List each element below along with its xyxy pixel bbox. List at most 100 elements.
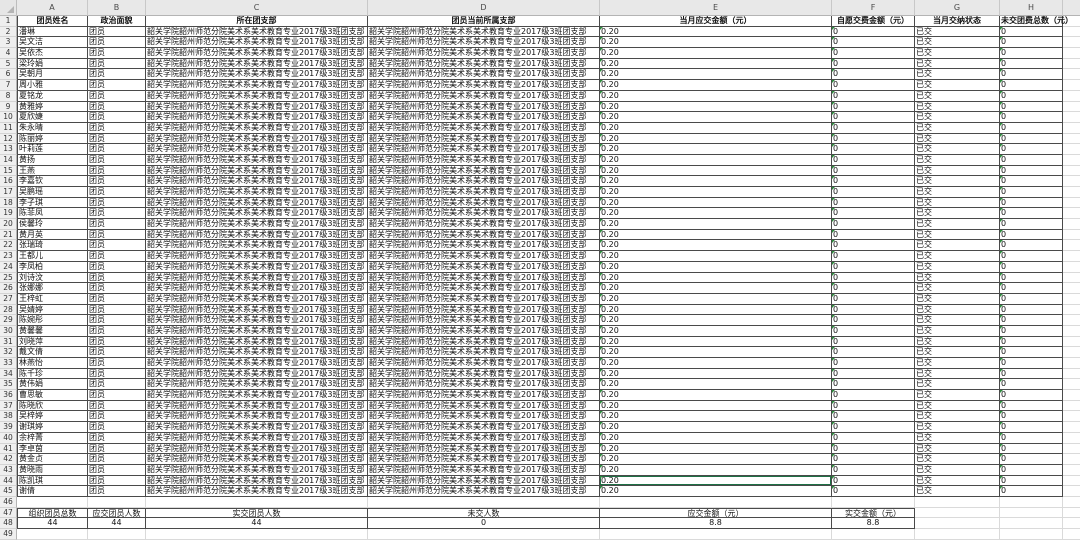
current-branch-cell[interactable]: 韶关学院韶州师范分院美术系美术教育专业2017级3班团支部 [368,58,600,70]
empty-cell[interactable] [1063,315,1080,326]
voluntary-fee-cell[interactable]: 0 [832,283,915,294]
current-branch-cell[interactable]: 韶关学院韶州师范分院美术系美术教育专业2017级3班团支部 [368,293,600,305]
member-name-cell[interactable]: 黄晓雨 [17,464,88,476]
column-header-h[interactable]: H [1000,0,1063,16]
empty-cell[interactable] [1063,208,1080,220]
voluntary-fee-cell[interactable]: 0 [832,112,915,123]
monthly-due-cell[interactable]: 0.20 [600,101,832,113]
current-branch-cell[interactable]: 韶关学院韶州师范分院美术系美术教育专业2017级3班团支部 [368,251,600,262]
current-branch-cell[interactable]: 韶关学院韶州师范分院美术系美术教育专业2017级3班团支部 [368,229,600,241]
monthly-due-cell[interactable]: 0.20 [600,347,832,358]
monthly-due-cell[interactable]: 0.20 [600,411,832,423]
unpaid-total-cell[interactable]: 0 [1000,390,1063,401]
empty-cell[interactable] [368,496,600,508]
row-header[interactable]: 27 [0,293,17,305]
member-name-cell[interactable]: 黄月英 [17,229,88,241]
empty-cell[interactable] [915,496,1000,508]
monthly-due-cell[interactable]: 0.20 [600,251,832,262]
monthly-due-cell[interactable]: 0.20 [600,443,832,455]
political-status-cell[interactable]: 团员 [88,69,146,81]
payment-status-cell[interactable]: 已交 [915,454,1000,465]
political-status-cell[interactable]: 团员 [88,48,146,59]
political-status-cell[interactable]: 团员 [88,432,146,444]
empty-cell[interactable] [1063,518,1080,529]
empty-cell[interactable] [17,496,88,508]
member-name-cell[interactable]: 戴文倩 [17,347,88,358]
empty-cell[interactable] [146,529,368,540]
political-status-cell[interactable]: 团员 [88,165,146,177]
empty-cell[interactable] [1063,134,1080,145]
monthly-due-cell[interactable]: 0.20 [600,208,832,220]
payment-status-cell[interactable]: 已交 [915,304,1000,316]
monthly-due-cell[interactable]: 0.20 [600,187,832,198]
political-status-cell[interactable]: 团员 [88,379,146,391]
branch-cell[interactable]: 韶关学院韶州师范分院美术系美术教育专业2017级3班团支部 [146,443,368,455]
empty-cell[interactable] [1000,529,1063,540]
empty-cell[interactable] [1063,358,1080,369]
branch-cell[interactable]: 韶关学院韶州师范分院美术系美术教育专业2017级3班团支部 [146,133,368,145]
row-header[interactable]: 3 [0,37,17,49]
empty-cell[interactable] [1063,198,1080,209]
payment-status-cell[interactable]: 已交 [915,208,1000,220]
political-status-cell[interactable]: 团员 [88,293,146,305]
monthly-due-cell[interactable]: 0.20 [600,229,832,241]
empty-cell[interactable] [1063,465,1080,476]
voluntary-fee-cell[interactable]: 0 [832,80,915,91]
branch-cell[interactable]: 韶关学院韶州师范分院美术系美术教育专业2017级3班团支部 [146,283,368,294]
political-status-cell[interactable]: 团员 [88,90,146,102]
empty-cell[interactable] [1063,91,1080,102]
political-status-cell[interactable]: 团员 [88,400,146,412]
member-name-cell[interactable]: 刘晓萍 [17,336,88,348]
unpaid-total-cell[interactable]: 0 [1000,187,1063,198]
current-branch-cell[interactable]: 韶关学院韶州师范分院美术系美术教育专业2017级3班团支部 [368,486,600,497]
monthly-due-cell[interactable]: 0.20 [600,464,832,476]
monthly-due-cell[interactable]: 0.20 [600,48,832,59]
member-name-cell[interactable]: 吴鹏瑶 [17,187,88,198]
member-name-cell[interactable]: 黄扬 [17,154,88,166]
empty-cell[interactable] [1063,112,1080,123]
row-header[interactable]: 18 [0,197,17,209]
unpaid-total-cell[interactable]: 0 [1000,293,1063,305]
summary-due-amount-value[interactable]: 8.8 [600,518,832,529]
unpaid-total-cell[interactable]: 0 [1000,208,1063,220]
political-status-cell[interactable]: 团员 [88,219,146,230]
voluntary-fee-cell[interactable]: 0 [832,187,915,198]
monthly-due-cell[interactable]: 0.20 [600,219,832,230]
unpaid-total-cell[interactable]: 0 [1000,176,1063,187]
current-branch-cell[interactable]: 韶关学院韶州师范分院美术系美术教育专业2017级3班团支部 [368,325,600,337]
voluntary-fee-cell[interactable]: 0 [832,154,915,166]
payment-status-cell[interactable]: 已交 [915,283,1000,294]
political-status-cell[interactable]: 团员 [88,390,146,401]
current-branch-cell[interactable]: 韶关学院韶州师范分院美术系美术教育专业2017级3班团支部 [368,336,600,348]
empty-cell[interactable] [1063,433,1080,444]
unpaid-total-cell[interactable]: 0 [1000,58,1063,70]
political-status-cell[interactable]: 团员 [88,454,146,465]
monthly-due-cell[interactable]: 0.20 [600,69,832,81]
monthly-due-cell[interactable]: 0.20 [600,176,832,187]
payment-status-cell[interactable]: 已交 [915,112,1000,123]
current-branch-cell[interactable]: 韶关学院韶州师范分院美术系美术教育专业2017级3班团支部 [368,187,600,198]
payment-status-cell[interactable]: 已交 [915,464,1000,476]
payment-status-cell[interactable]: 已交 [915,37,1000,49]
empty-cell[interactable] [1063,305,1080,316]
empty-cell[interactable] [1063,411,1080,423]
current-branch-cell[interactable]: 韶关学院韶州师范分院美术系美术教育专业2017级3班团支部 [368,69,600,81]
empty-cell[interactable] [1063,230,1080,241]
current-branch-cell[interactable]: 韶关学院韶州师范分院美术系美术教育专业2017级3班团支部 [368,304,600,316]
empty-cell[interactable] [1063,123,1080,134]
unpaid-total-cell[interactable]: 0 [1000,315,1063,326]
monthly-due-cell[interactable]: 0.20 [600,58,832,70]
row-header[interactable]: 35 [0,379,17,391]
branch-cell[interactable]: 韶关学院韶州师范分院美术系美术教育专业2017级3班团支部 [146,454,368,465]
empty-cell[interactable] [1063,508,1080,519]
current-branch-cell[interactable]: 韶关学院韶州师范分院美术系美术教育专业2017级3班团支部 [368,26,600,38]
monthly-due-cell[interactable]: 0.20 [600,454,832,465]
empty-cell[interactable] [1063,262,1080,273]
row-header[interactable]: 19 [0,208,17,220]
branch-cell[interactable]: 韶关学院韶州师范分院美术系美术教育专业2017级3班团支部 [146,293,368,305]
voluntary-fee-cell[interactable]: 0 [832,272,915,284]
monthly-due-cell[interactable]: 0.20 [600,112,832,123]
row-header[interactable]: 41 [0,443,17,455]
unpaid-total-cell[interactable]: 0 [1000,347,1063,358]
branch-cell[interactable]: 韶关学院韶州师范分院美术系美术教育专业2017级3班团支部 [146,240,368,252]
